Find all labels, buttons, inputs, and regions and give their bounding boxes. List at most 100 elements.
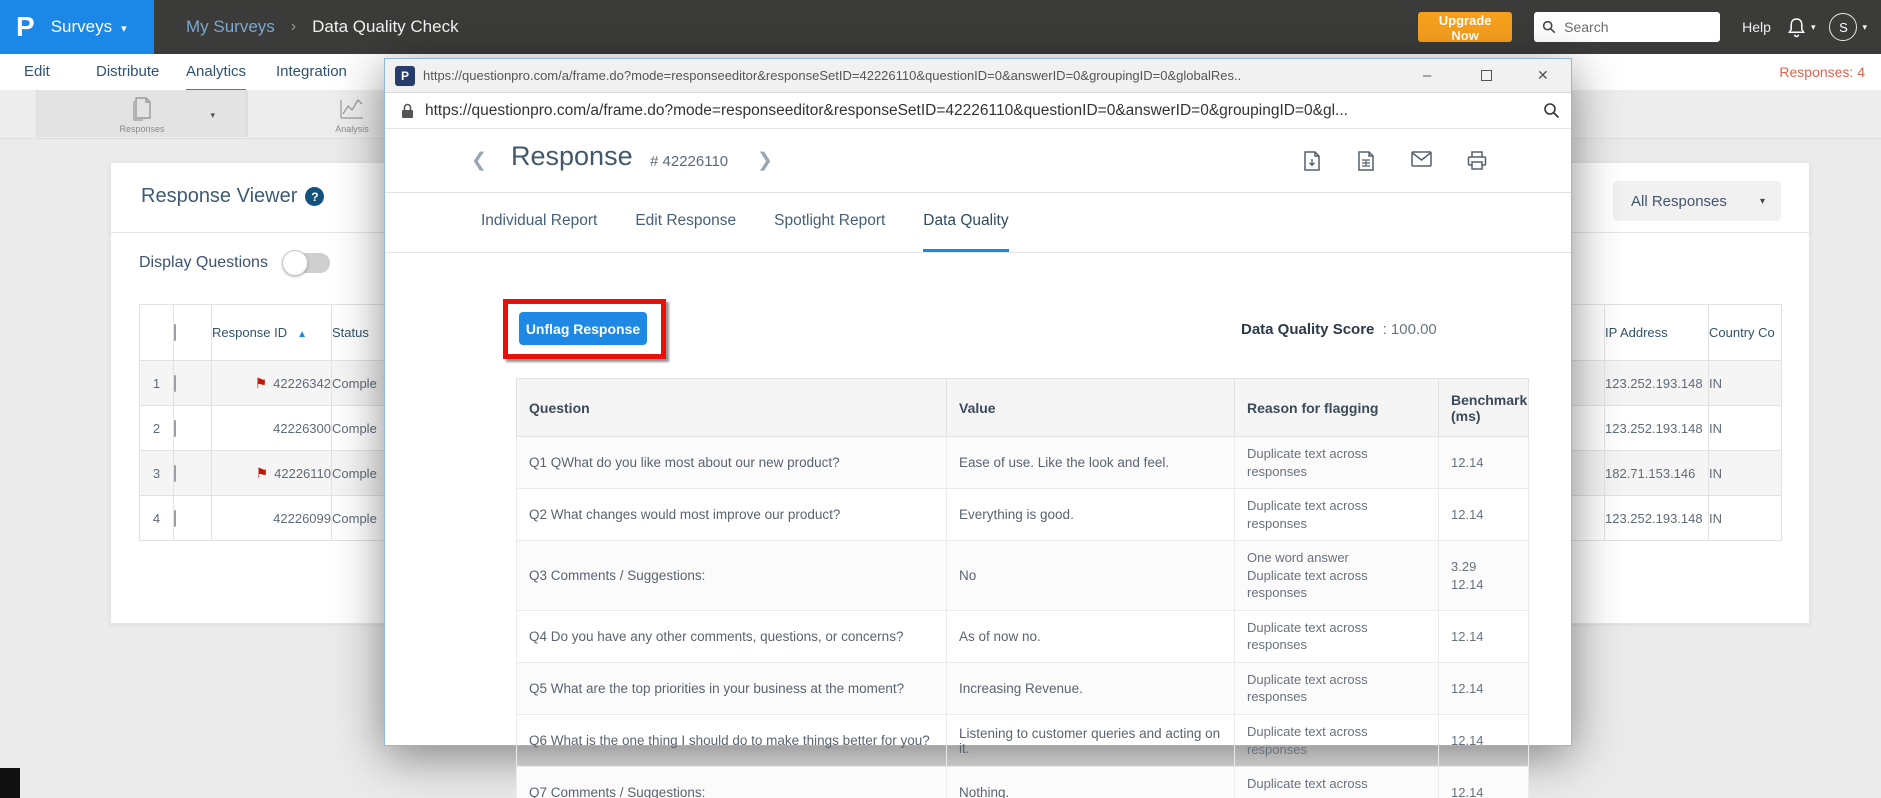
dq-value-cell: Everything is good. [946,488,1235,542]
ip-address-header[interactable]: IP Address [1604,304,1709,361]
row-checkbox[interactable] [174,464,176,482]
dq-table-row: Q3 Comments / Suggestions: No One word a… [516,540,1529,611]
response-filter-dropdown[interactable]: All Responses ▾ [1613,181,1781,221]
tab-edit-response[interactable]: Edit Response [635,193,736,252]
select-all-checkbox[interactable] [174,324,176,341]
table-row[interactable]: 123.252.193.148 IN [1549,405,1782,451]
row-number: 1 [139,360,174,406]
email-icon[interactable] [1411,151,1432,167]
flag-icon: ⚑ [255,464,269,481]
dq-table-row: Q4 Do you have any other comments, quest… [516,609,1529,663]
zoom-search-icon[interactable] [1543,102,1560,119]
response-id-cell[interactable]: ⚑ 42226110 [211,450,332,496]
country-cell: IN [1708,495,1782,541]
dq-question-cell: Q7 Comments / Suggestions: [516,766,947,798]
surveys-product-menu[interactable]: P Surveys ▾ [0,0,154,54]
menu-item-edit[interactable]: Edit [24,54,50,89]
dq-header-row: Question Value Reason for flagging Bench… [516,378,1529,437]
score-label: Data Quality Score [1241,321,1375,338]
screen-corner-artifact [0,768,20,798]
previous-response-button[interactable]: ❮ [471,149,487,172]
dq-reason-cell: Duplicate text across responses [1234,435,1439,490]
maximize-button[interactable] [1481,59,1492,92]
row-number-header [139,304,174,361]
minimize-button[interactable]: – [1423,59,1431,92]
help-link[interactable]: Help [1742,19,1771,35]
print-icon[interactable] [1467,151,1487,170]
row-checkbox[interactable] [174,374,176,392]
dq-table-row: Q7 Comments / Suggestions: Nothing. Dupl… [516,766,1529,798]
dialog-titlebar[interactable]: P https://questionpro.com/a/frame.do?mod… [385,59,1571,93]
display-questions-label: Display Questions [139,254,268,271]
toggle-knob [281,250,308,276]
display-questions-toggle[interactable] [281,250,330,276]
row-select-cell [173,450,212,496]
dq-question-cell: Q4 Do you have any other comments, quest… [516,609,947,663]
dq-question-cell: Q5 What are the top priorities in your b… [516,661,947,716]
dq-table-row: Q6 What is the one thing I should do to … [516,714,1529,768]
toolbar-responses-label: Responses [119,124,165,134]
dq-benchmark-header: Benchmark (ms) [1438,378,1529,437]
row-checkbox[interactable] [174,509,176,527]
menu-item-distribute[interactable]: Distribute [96,54,159,89]
notifications-button[interactable]: ▾ [1787,17,1815,38]
upgrade-now-button[interactable]: Upgrade Now [1418,12,1513,43]
annotation-highlight-box: Unflag Response [503,299,666,359]
export-excel-icon[interactable] [1357,151,1375,171]
response-filter-value: All Responses [1631,192,1727,210]
export-pdf-icon[interactable] [1303,151,1321,171]
dq-question-cell: Q3 Comments / Suggestions: [516,540,947,611]
dq-benchmark-cell: 12.14 [1438,488,1529,542]
dq-reason-cell: Duplicate text across responses [1234,488,1439,542]
help-icon[interactable]: ? [305,187,325,206]
row-number: 3 [139,450,174,496]
breadcrumb-my-surveys[interactable]: My Surveys [186,17,275,37]
menu-item-analytics[interactable]: Analytics [186,54,247,91]
account-menu[interactable]: S ▾ [1829,13,1867,41]
response-number: # 42226110 [650,153,729,170]
row-checkbox[interactable] [174,419,176,437]
display-questions-row: Display Questions [139,250,330,276]
tab-individual-report[interactable]: Individual Report [481,193,597,252]
dq-reason-cell: Duplicate text across responses [1234,766,1439,798]
unflag-response-button[interactable]: Unflag Response [519,312,647,345]
table-row[interactable]: 123.252.193.148 IN [1549,495,1782,541]
screen: P Surveys ▾ My Surveys › Data Quality Ch… [0,0,1881,798]
sort-ascending-icon: ▲ [297,329,308,340]
response-id-cell[interactable]: ⚑ 42226342 [211,360,332,406]
top-navbar: P Surveys ▾ My Surveys › Data Quality Ch… [0,0,1881,54]
dq-reason-cell: Duplicate text across responses [1234,609,1439,663]
dq-table-row: Q1 QWhat do you like most about our new … [516,435,1529,490]
country-code-header[interactable]: Country Co [1708,304,1782,361]
address-url-field[interactable]: https://questionpro.com/a/frame.do?mode=… [425,93,1525,128]
score-value: : 100.00 [1382,321,1437,338]
search-input[interactable] [1562,18,1707,36]
breadcrumb-survey-name: Data Quality Check [312,17,459,36]
table-row[interactable]: 182.71.153.146 IN [1549,450,1782,496]
close-button[interactable]: ✕ [1537,59,1549,92]
data-quality-table: Question Value Reason for flagging Bench… [516,378,1529,798]
responses-table-right: 5 IP Address Country Co 123.252.193.148 … [1549,304,1782,541]
toolbar-responses-button[interactable]: ▾ Responses [36,90,248,137]
menu-item-integration[interactable]: Integration [276,54,347,89]
dq-value-cell: Ease of use. Like the look and feel. [946,435,1235,490]
analysis-icon [338,95,366,121]
response-id-cell[interactable]: 42226099 [211,495,332,541]
response-editor-dialog: P https://questionpro.com/a/frame.do?mod… [384,58,1572,798]
select-all-header [173,304,212,361]
ip-address-cell: 182.71.153.146 [1604,450,1709,496]
dq-benchmark-cell: 12.14 [1438,609,1529,663]
row-number: 2 [139,405,174,451]
next-response-button[interactable]: ❯ [757,149,773,172]
chevron-down-icon: ▾ [121,22,127,35]
lock-icon [401,103,414,119]
response-id-header[interactable]: Response ID ▲ [211,304,332,361]
tab-data-quality[interactable]: Data Quality [923,193,1009,252]
tab-spotlight-report[interactable]: Spotlight Report [774,193,885,252]
country-cell: IN [1708,450,1782,496]
response-id-cell[interactable]: 42226300 [211,405,332,451]
table-row[interactable]: 123.252.193.148 IN [1549,360,1782,406]
dq-reason-header: Reason for flagging [1234,378,1439,437]
row-select-cell [173,495,212,541]
global-search [1534,12,1721,42]
